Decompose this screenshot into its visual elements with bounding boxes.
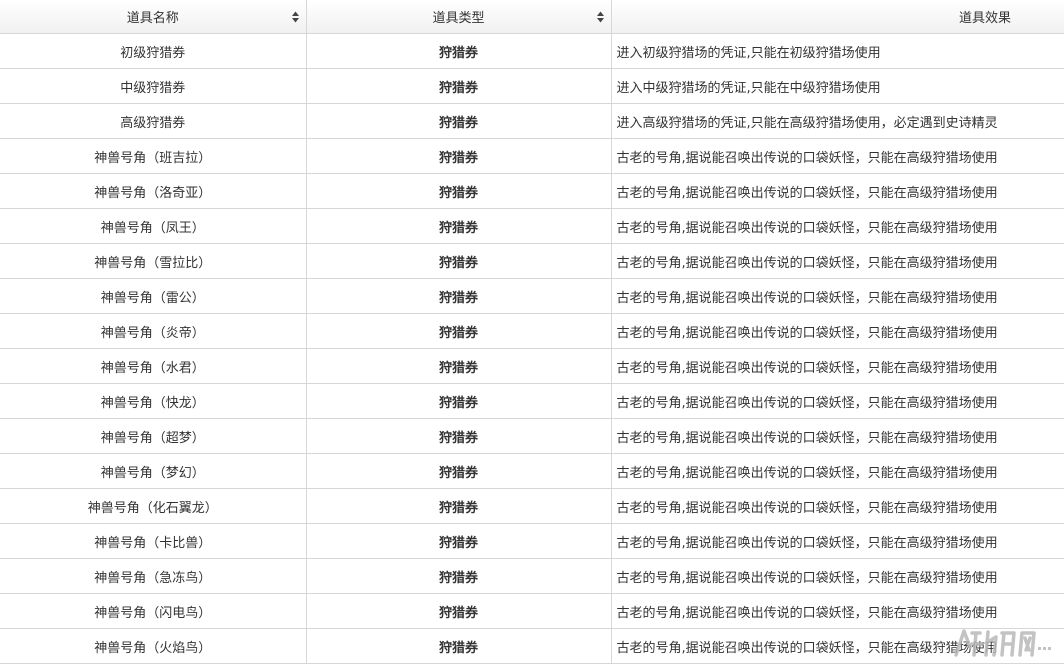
item-type-cell: 狩猎券 [306,489,611,524]
table-row: 神兽号角（火焰鸟）狩猎券古老的号角,据说能召唤出传说的口袋妖怪，只能在高级狩猎场… [0,629,1064,664]
item-name-cell: 神兽号角（卡比兽） [0,524,306,559]
item-name-cell: 高级狩猎券 [0,104,306,139]
item-name-cell: 神兽号角（梦幻） [0,454,306,489]
table-row: 神兽号角（水君）狩猎券古老的号角,据说能召唤出传说的口袋妖怪，只能在高级狩猎场使… [0,349,1064,384]
table-row: 神兽号角（凤王）狩猎券古老的号角,据说能召唤出传说的口袋妖怪，只能在高级狩猎场使… [0,209,1064,244]
item-type-cell: 狩猎券 [306,524,611,559]
table-row: 神兽号角（洛奇亚）狩猎券古老的号角,据说能召唤出传说的口袋妖怪，只能在高级狩猎场… [0,174,1064,209]
table-row: 神兽号角（超梦）狩猎券古老的号角,据说能召唤出传说的口袋妖怪，只能在高级狩猎场使… [0,419,1064,454]
item-type-cell: 狩猎券 [306,209,611,244]
item-name-cell: 神兽号角（水君） [0,349,306,384]
item-name-cell: 神兽号角（火焰鸟） [0,629,306,664]
column-header-label: 道具名称 [0,7,306,26]
item-effect-cell: 古老的号角,据说能召唤出传说的口袋妖怪，只能在高级狩猎场使用 [611,594,1064,629]
sort-arrows-icon[interactable] [597,11,604,22]
item-name-cell: 神兽号角（超梦） [0,419,306,454]
item-effect-cell: 古老的号角,据说能召唤出传说的口袋妖怪，只能在高级狩猎场使用 [611,524,1064,559]
item-name-cell: 神兽号角（洛奇亚） [0,174,306,209]
item-type-cell: 狩猎券 [306,279,611,314]
table-row: 初级狩猎券狩猎券进入初级狩猎场的凭证,只能在初级狩猎场使用 [0,34,1064,69]
column-header-label: 道具类型 [307,7,611,26]
item-name-cell: 神兽号角（凤王） [0,209,306,244]
table-row: 神兽号角（梦幻）狩猎券古老的号角,据说能召唤出传说的口袋妖怪，只能在高级狩猎场使… [0,454,1064,489]
item-effect-cell: 古老的号角,据说能召唤出传说的口袋妖怪，只能在高级狩猎场使用 [611,489,1064,524]
table-row: 神兽号角（快龙）狩猎券古老的号角,据说能召唤出传说的口袋妖怪，只能在高级狩猎场使… [0,384,1064,419]
table-header-row: 道具名称 道具类型 道具效果 [0,0,1064,34]
item-effect-cell: 古老的号角,据说能召唤出传说的口袋妖怪，只能在高级狩猎场使用 [611,314,1064,349]
item-name-cell: 神兽号角（炎帝） [0,314,306,349]
item-type-cell: 狩猎券 [306,69,611,104]
item-name-cell: 中级狩猎券 [0,69,306,104]
column-header-name[interactable]: 道具名称 [0,0,306,34]
table-row: 神兽号角（卡比兽）狩猎券古老的号角,据说能召唤出传说的口袋妖怪，只能在高级狩猎场… [0,524,1064,559]
table-row: 神兽号角（雷公）狩猎券古老的号角,据说能召唤出传说的口袋妖怪，只能在高级狩猎场使… [0,279,1064,314]
table-row: 高级狩猎券狩猎券进入高级狩猎场的凭证,只能在高级狩猎场使用，必定遇到史诗精灵 [0,104,1064,139]
column-header-effect: 道具效果 [611,0,1064,34]
item-name-cell: 神兽号角（雷公） [0,279,306,314]
item-type-cell: 狩猎券 [306,629,611,664]
item-name-cell: 神兽号角（快龙） [0,384,306,419]
item-type-cell: 狩猎券 [306,419,611,454]
item-table: 道具名称 道具类型 道具效果 初级狩猎券狩猎券进入初级狩猎场的凭证,只能在初级狩… [0,0,1064,664]
item-name-cell: 初级狩猎券 [0,34,306,69]
table-body: 初级狩猎券狩猎券进入初级狩猎场的凭证,只能在初级狩猎场使用中级狩猎券狩猎券进入中… [0,34,1064,664]
item-effect-cell: 进入中级狩猎场的凭证,只能在中级狩猎场使用 [611,69,1064,104]
item-type-cell: 狩猎券 [306,349,611,384]
item-effect-cell: 古老的号角,据说能召唤出传说的口袋妖怪，只能在高级狩猎场使用 [611,384,1064,419]
table-row: 中级狩猎券狩猎券进入中级狩猎场的凭证,只能在中级狩猎场使用 [0,69,1064,104]
table-row: 神兽号角（闪电鸟）狩猎券古老的号角,据说能召唤出传说的口袋妖怪，只能在高级狩猎场… [0,594,1064,629]
item-effect-cell: 古老的号角,据说能召唤出传说的口袋妖怪，只能在高级狩猎场使用 [611,419,1064,454]
item-type-cell: 狩猎券 [306,244,611,279]
site-logo-watermark-icon [950,625,1058,659]
item-type-cell: 狩猎券 [306,384,611,419]
column-header-label: 道具效果 [612,7,1064,26]
item-name-cell: 神兽号角（急冻鸟） [0,559,306,594]
item-name-cell: 神兽号角（闪电鸟） [0,594,306,629]
item-effect-cell: 古老的号角,据说能召唤出传说的口袋妖怪，只能在高级狩猎场使用 [611,244,1064,279]
item-effect-cell: 古老的号角,据说能召唤出传说的口袋妖怪，只能在高级狩猎场使用 [611,139,1064,174]
item-type-cell: 狩猎券 [306,34,611,69]
item-name-cell: 神兽号角（雪拉比） [0,244,306,279]
table-row: 神兽号角（炎帝）狩猎券古老的号角,据说能召唤出传说的口袋妖怪，只能在高级狩猎场使… [0,314,1064,349]
sort-arrows-icon[interactable] [292,11,299,22]
column-header-type[interactable]: 道具类型 [306,0,611,34]
item-type-cell: 狩猎券 [306,174,611,209]
item-name-cell: 神兽号角（化石翼龙） [0,489,306,524]
item-type-cell: 狩猎券 [306,559,611,594]
item-type-cell: 狩猎券 [306,139,611,174]
item-effect-cell: 古老的号角,据说能召唤出传说的口袋妖怪，只能在高级狩猎场使用 [611,349,1064,384]
item-type-cell: 狩猎券 [306,454,611,489]
item-type-cell: 狩猎券 [306,314,611,349]
table-row: 神兽号角（化石翼龙）狩猎券古老的号角,据说能召唤出传说的口袋妖怪，只能在高级狩猎… [0,489,1064,524]
table-row: 神兽号角（班吉拉）狩猎券古老的号角,据说能召唤出传说的口袋妖怪，只能在高级狩猎场… [0,139,1064,174]
item-type-cell: 狩猎券 [306,104,611,139]
table-row: 神兽号角（急冻鸟）狩猎券古老的号角,据说能召唤出传说的口袋妖怪，只能在高级狩猎场… [0,559,1064,594]
item-effect-cell: 古老的号角,据说能召唤出传说的口袋妖怪，只能在高级狩猎场使用 [611,209,1064,244]
item-effect-cell: 古老的号角,据说能召唤出传说的口袋妖怪，只能在高级狩猎场使用 [611,454,1064,489]
item-type-cell: 狩猎券 [306,594,611,629]
table-row: 神兽号角（雪拉比）狩猎券古老的号角,据说能召唤出传说的口袋妖怪，只能在高级狩猎场… [0,244,1064,279]
item-effect-cell: 进入高级狩猎场的凭证,只能在高级狩猎场使用，必定遇到史诗精灵 [611,104,1064,139]
item-effect-cell: 古老的号角,据说能召唤出传说的口袋妖怪，只能在高级狩猎场使用 [611,174,1064,209]
item-effect-cell: 进入初级狩猎场的凭证,只能在初级狩猎场使用 [611,34,1064,69]
item-effect-cell: 古老的号角,据说能召唤出传说的口袋妖怪，只能在高级狩猎场使用 [611,279,1064,314]
item-effect-cell: 古老的号角,据说能召唤出传说的口袋妖怪，只能在高级狩猎场使用 [611,559,1064,594]
item-name-cell: 神兽号角（班吉拉） [0,139,306,174]
